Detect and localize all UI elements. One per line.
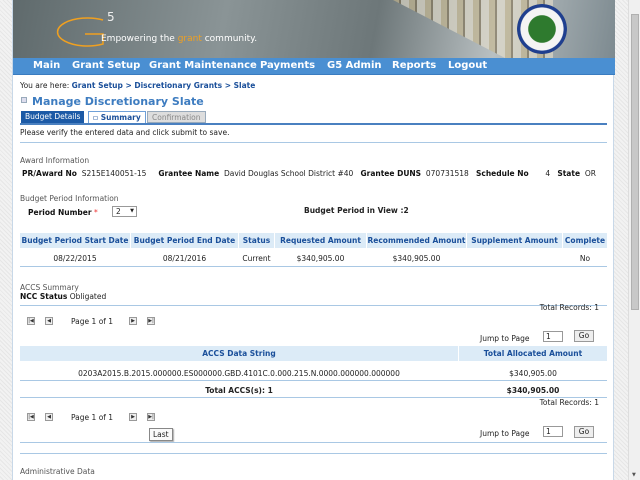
main-nav: Main Grant Setup Grant Maintenance Payme… <box>13 58 615 75</box>
nav-grant-setup[interactable]: Grant Setup <box>72 60 140 71</box>
budget-header: Recommended Amount <box>367 233 466 248</box>
prev-page-icon[interactable]: ◀ <box>45 317 53 325</box>
first-page-icon[interactable]: |◀ <box>27 317 35 325</box>
award-section-label: Award Information <box>20 156 90 165</box>
last-tooltip: Last <box>149 428 173 441</box>
budget-header: Budget Period Start Date <box>20 233 130 248</box>
jump-label: Jump to Page <box>480 334 530 343</box>
tab-confirmation[interactable]: Confirmation <box>147 111 206 123</box>
budget-cell: 08/22/2015 <box>53 254 97 263</box>
page-title: Manage Discretionary Slate <box>32 95 204 108</box>
next-page-icon[interactable]: ▶ <box>129 317 137 325</box>
accs-header-string: ACCS Data String <box>20 346 458 361</box>
instruction-text: Please verify the entered data and click… <box>20 128 230 137</box>
next-page-icon[interactable]: ▶ <box>129 413 137 421</box>
budget-cell: 08/21/2016 <box>162 254 207 263</box>
page-indicator: Page 1 of 1 <box>71 317 114 326</box>
breadcrumb: You are here: Grant Setup > Discretionar… <box>20 81 256 90</box>
budget-cell: $340,905.00 <box>392 254 441 263</box>
jump-page-input[interactable]: 1 <box>543 426 563 437</box>
budget-cell: $340,905.00 <box>296 254 345 263</box>
last-page-icon[interactable]: ▶| <box>147 317 155 325</box>
nav-payments[interactable]: Payments <box>260 60 315 71</box>
budget-cell: Current <box>242 254 271 263</box>
budget-header: Budget Period End Date <box>131 233 238 248</box>
title-icon <box>21 97 27 103</box>
accs-section-label: ACCS Summary <box>20 283 79 292</box>
award-info-row: PR/Award No S215E140051-15 Grantee Name … <box>22 169 596 178</box>
ncc-status: NCC Status Obligated <box>20 292 107 301</box>
total-accs-amount: $340,905.00 <box>506 386 560 395</box>
budget-header: Status <box>239 233 274 248</box>
nav-grant-maintenance[interactable]: Grant Maintenance <box>149 60 257 71</box>
total-accs-label: Total ACCS(s): 1 <box>205 386 273 395</box>
nav-main[interactable]: Main <box>33 60 60 71</box>
department-of-education-seal-icon <box>517 4 567 54</box>
total-records-bottom: Total Records: 1 <box>539 398 599 407</box>
logo-sup: 5 <box>107 10 115 24</box>
nav-logout[interactable]: Logout <box>448 60 487 71</box>
tab-budget-details[interactable]: Budget Details <box>21 111 85 123</box>
banner: 5 Empowering the grant community. <box>13 0 615 58</box>
budget-period-in-view: Budget Period in View :2 <box>304 206 409 215</box>
page: 5 Empowering the grant community. Main G… <box>12 0 615 480</box>
total-records-top: Total Records: 1 <box>539 303 599 312</box>
go-button[interactable]: Go <box>574 426 594 438</box>
last-page-icon[interactable]: ▶| <box>147 413 155 421</box>
jump-label: Jump to Page <box>480 429 530 438</box>
jump-page-input[interactable]: 1 <box>543 331 563 342</box>
scrollbar-thumb[interactable] <box>631 14 639 310</box>
period-number-select[interactable]: 2 ▼ <box>112 206 137 217</box>
nav-g5-admin[interactable]: G5 Admin <box>327 60 382 71</box>
accs-amount: $340,905.00 <box>509 369 557 378</box>
accs-header-amount: Total Allocated Amount <box>459 346 607 361</box>
admin-section-label: Administrative Data <box>20 467 95 476</box>
scrollbar[interactable]: ▼ <box>628 0 640 480</box>
budget-header: Complete <box>563 233 607 248</box>
go-button[interactable]: Go <box>574 330 594 342</box>
budget-header: Requested Amount <box>275 233 366 248</box>
nav-reports[interactable]: Reports <box>392 60 436 71</box>
first-page-icon[interactable]: |◀ <box>27 413 35 421</box>
budget-cell: No <box>579 254 591 263</box>
budget-header: Supplement Amount <box>467 233 562 248</box>
prev-page-icon[interactable]: ◀ <box>45 413 53 421</box>
breadcrumb-path[interactable]: Grant Setup > Discretionary Grants > Sla… <box>72 81 256 90</box>
accs-data-string: 0203A2015.B.2015.000000.ES000000.GBD.410… <box>78 369 400 378</box>
scroll-down-icon[interactable]: ▼ <box>632 472 636 478</box>
tagline: Empowering the grant community. <box>101 34 258 44</box>
budget-section-label: Budget Period Information <box>20 194 119 203</box>
page-indicator: Page 1 of 1 <box>71 413 114 422</box>
